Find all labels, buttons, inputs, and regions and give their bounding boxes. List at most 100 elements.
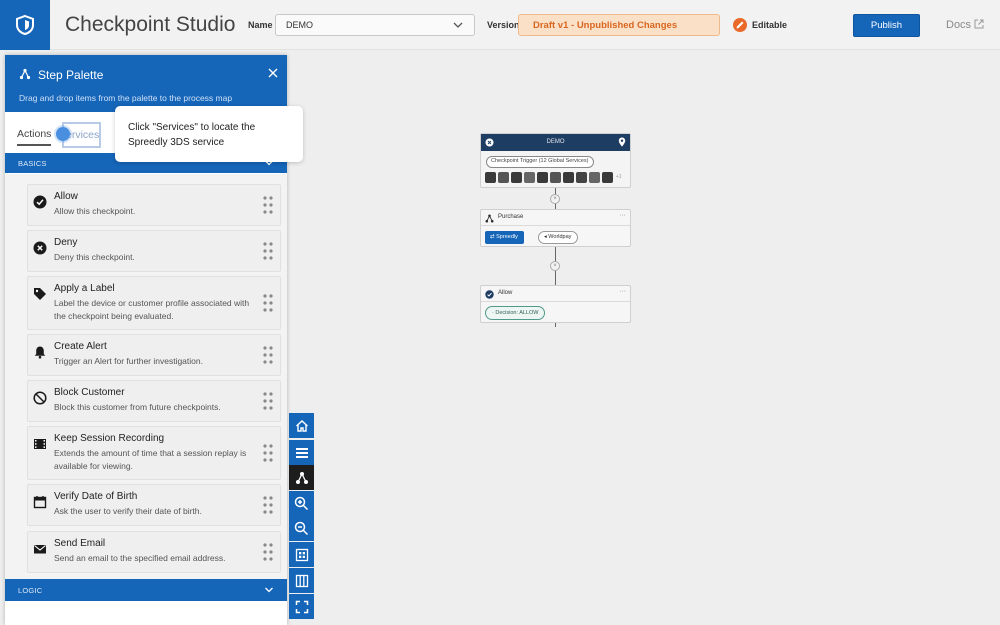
docs-link[interactable]: Docs bbox=[946, 19, 984, 31]
decision-pill-label: Decision: ALLOW bbox=[495, 310, 539, 316]
service-icon bbox=[602, 172, 613, 183]
grid-icon bbox=[295, 548, 308, 561]
film-icon bbox=[34, 439, 46, 449]
item-title: Deny bbox=[54, 237, 78, 248]
palette-subtitle: Drag and drop items from the palette to … bbox=[19, 93, 233, 103]
service-pill-label: Worldpay bbox=[548, 234, 572, 240]
remove-icon[interactable] bbox=[485, 138, 494, 147]
drag-handle-icon[interactable] bbox=[263, 242, 273, 260]
flow-view-button[interactable] bbox=[289, 465, 314, 490]
palette-item-block-customer[interactable]: Block Customer Block this customer from … bbox=[27, 380, 281, 422]
item-title: Verify Date of Birth bbox=[54, 491, 138, 502]
editable-status: Editable bbox=[752, 20, 788, 30]
home-icon bbox=[295, 419, 308, 432]
drag-handle-icon[interactable] bbox=[263, 346, 273, 364]
columns-icon bbox=[295, 574, 308, 587]
add-step-button[interactable]: × bbox=[550, 194, 560, 204]
service-icon bbox=[511, 172, 522, 183]
flow-icon bbox=[295, 471, 308, 484]
palette-item-deny[interactable]: Deny Deny this checkpoint. bbox=[27, 230, 281, 272]
zoom-out-button[interactable] bbox=[289, 516, 314, 541]
fullscreen-button[interactable] bbox=[289, 594, 314, 619]
drag-handle-icon[interactable] bbox=[263, 444, 273, 462]
app-header: Checkpoint Studio Name DEMO Version Draf… bbox=[0, 0, 1000, 50]
service-more-count: +1 bbox=[616, 174, 622, 180]
name-select-value: DEMO bbox=[286, 20, 313, 30]
list-view-button[interactable] bbox=[289, 440, 314, 465]
columns-view-button[interactable] bbox=[289, 568, 314, 593]
guide-tooltip: Click "Services" to locate the Spreedly … bbox=[115, 106, 303, 162]
item-desc: Allow this checkpoint. bbox=[54, 206, 136, 216]
item-title: Keep Session Recording bbox=[54, 433, 165, 444]
version-label: Version bbox=[487, 20, 520, 30]
service-icon bbox=[524, 172, 535, 183]
drag-handle-icon[interactable] bbox=[263, 196, 273, 214]
add-step-button[interactable]: × bbox=[550, 261, 560, 271]
section-logic-label: LOGIC bbox=[18, 586, 43, 595]
decision-pill: · Decision: ALLOW bbox=[485, 306, 546, 320]
fit-view-button[interactable] bbox=[289, 542, 314, 567]
drag-handle-icon[interactable] bbox=[263, 392, 273, 410]
service-icon bbox=[576, 172, 587, 183]
section-logic[interactable]: LOGIC bbox=[5, 579, 287, 601]
trigger-node-title: DEMO bbox=[546, 139, 565, 145]
allow-node-title: Allow bbox=[498, 290, 513, 296]
allow-node-header: Allow ··· bbox=[481, 286, 630, 302]
basics-item-list: Allow Allow this checkpoint. Deny Deny t… bbox=[5, 174, 287, 579]
flow-icon bbox=[19, 68, 31, 80]
tab-actions[interactable]: Actions bbox=[17, 128, 52, 146]
zoom-in-button[interactable] bbox=[289, 491, 314, 516]
palette-title: Step Palette bbox=[38, 68, 104, 82]
fullscreen-icon bbox=[295, 600, 308, 613]
item-desc: Block this customer from future checkpoi… bbox=[54, 402, 221, 412]
node-menu-icon[interactable]: ··· bbox=[619, 212, 626, 219]
block-icon bbox=[33, 391, 47, 405]
drag-handle-icon[interactable] bbox=[263, 496, 273, 514]
palette-item-keep-session-recording[interactable]: Keep Session Recording Extends the amoun… bbox=[27, 426, 281, 480]
palette-item-allow[interactable]: Allow Allow this checkpoint. bbox=[27, 184, 281, 226]
name-select[interactable]: DEMO bbox=[275, 14, 475, 36]
item-title: Send Email bbox=[54, 538, 106, 549]
service-icon bbox=[550, 172, 561, 183]
palette-item-apply-label[interactable]: Apply a Label Label the device or custom… bbox=[27, 276, 281, 330]
app-logo[interactable] bbox=[0, 0, 50, 50]
map-pin-icon bbox=[618, 137, 626, 147]
service-icon bbox=[498, 172, 509, 183]
service-pill-spreedly[interactable]: ⇄ Spreedly bbox=[485, 231, 524, 244]
allow-node[interactable]: Allow ··· · Decision: ALLOW bbox=[480, 285, 631, 323]
item-title: Apply a Label bbox=[54, 283, 115, 294]
trigger-pill: Checkpoint Trigger (12 Global Services) bbox=[486, 156, 594, 168]
service-pill-worldpay[interactable]: ◂ Worldpay bbox=[538, 231, 579, 244]
envelope-icon bbox=[34, 545, 46, 554]
docs-link-label: Docs bbox=[946, 19, 972, 31]
palette-header: Step Palette Drag and drop items from th… bbox=[5, 55, 287, 112]
trigger-node[interactable]: DEMO Checkpoint Trigger (12 Global Servi… bbox=[480, 133, 631, 188]
item-title: Block Customer bbox=[54, 387, 125, 398]
version-badge[interactable]: Draft v1 - Unpublished Changes bbox=[518, 14, 720, 36]
item-desc: Extends the amount of time that a sessio… bbox=[54, 448, 247, 471]
node-menu-icon[interactable]: ··· bbox=[619, 288, 626, 295]
shield-logo-icon bbox=[16, 14, 34, 36]
external-link-icon bbox=[974, 19, 984, 29]
publish-button[interactable]: Publish bbox=[853, 14, 920, 37]
chevron-down-icon bbox=[265, 587, 273, 593]
click-indicator bbox=[56, 127, 70, 141]
service-pill-label: Spreedly bbox=[496, 234, 518, 240]
palette-item-create-alert[interactable]: Create Alert Trigger an Alert for furthe… bbox=[27, 334, 281, 376]
service-icon bbox=[563, 172, 574, 183]
palette-item-send-email[interactable]: Send Email Send an email to the specifie… bbox=[27, 531, 281, 573]
section-basics-label: BASICS bbox=[18, 159, 47, 168]
drag-handle-icon[interactable] bbox=[263, 543, 273, 561]
purchase-node[interactable]: Purchase ··· ⇄ Spreedly ◂ Worldpay bbox=[480, 209, 631, 247]
zoom-in-icon bbox=[294, 496, 309, 511]
calendar-icon bbox=[33, 496, 47, 509]
drag-handle-icon[interactable] bbox=[263, 294, 273, 312]
close-icon[interactable] bbox=[267, 67, 279, 79]
service-icon bbox=[589, 172, 600, 183]
check-circle-icon bbox=[33, 195, 47, 209]
zoom-out-icon bbox=[294, 521, 309, 536]
item-title: Create Alert bbox=[54, 341, 107, 352]
chevron-down-icon bbox=[453, 22, 463, 28]
home-button[interactable] bbox=[289, 413, 314, 438]
palette-item-verify-dob[interactable]: Verify Date of Birth Ask the user to ver… bbox=[27, 484, 281, 526]
